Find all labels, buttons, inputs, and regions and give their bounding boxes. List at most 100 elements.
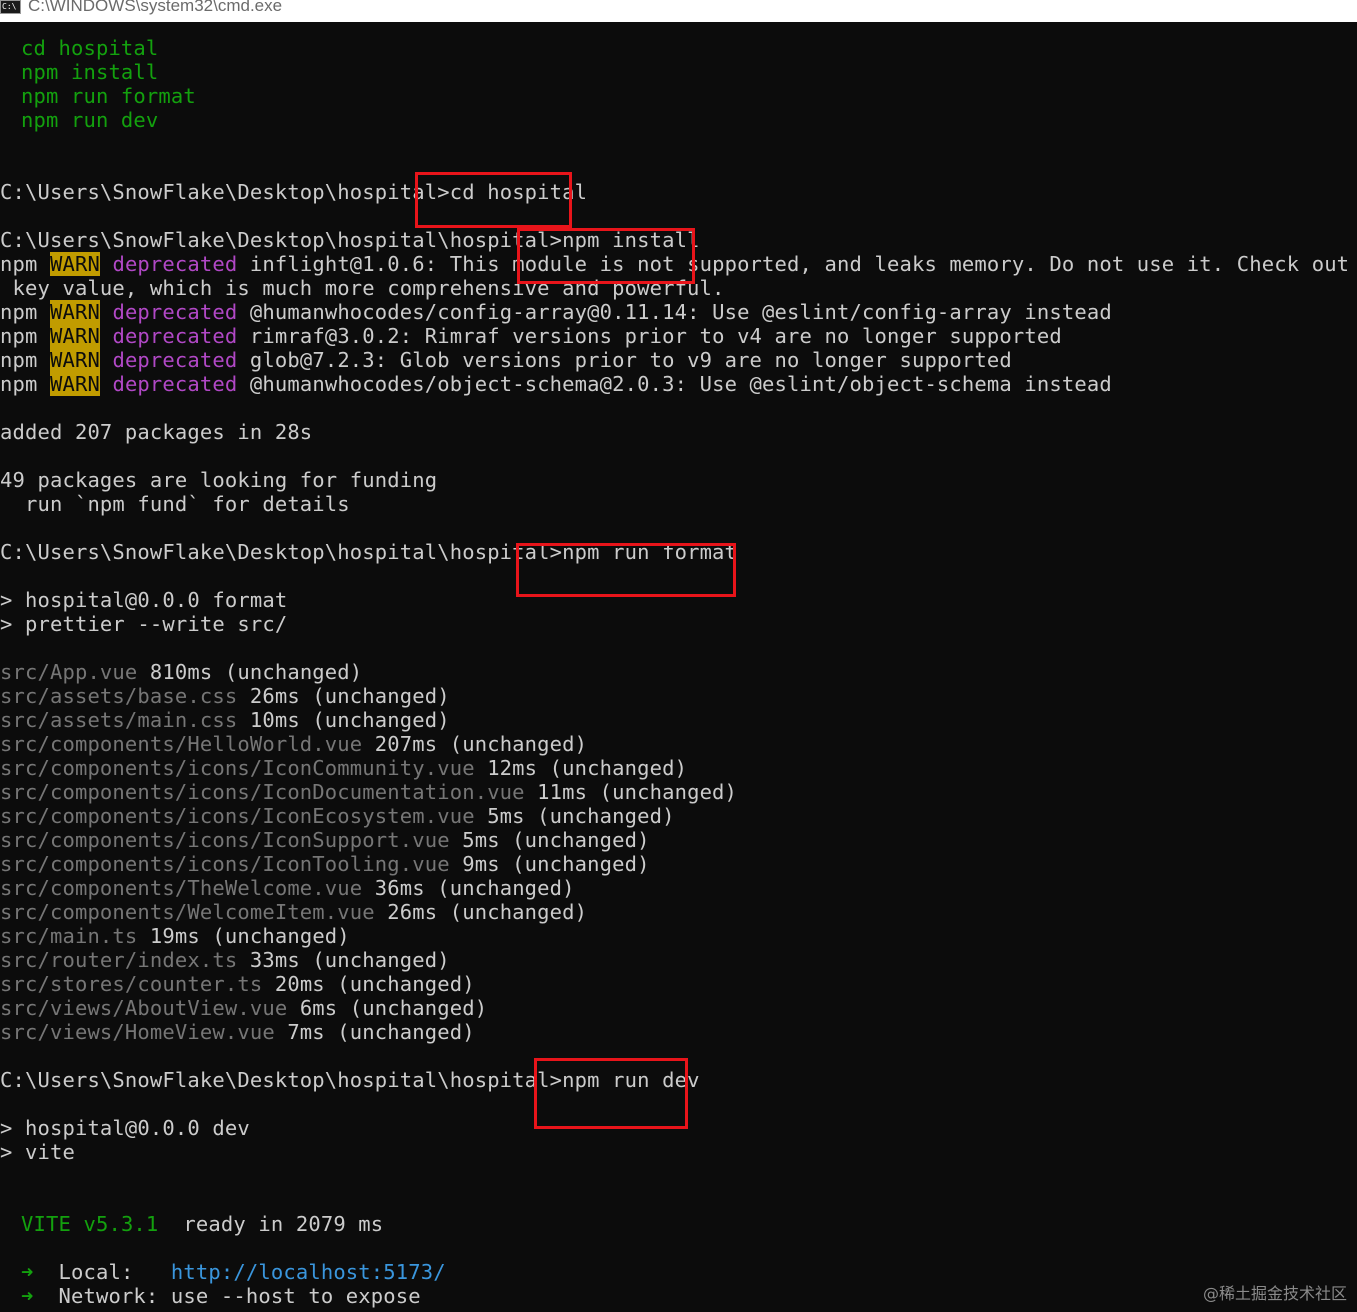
file-status: (unchanged) xyxy=(199,924,350,948)
instruction-line: npm install xyxy=(21,60,159,84)
deprecated-tag: deprecated xyxy=(112,348,238,372)
warn-badge: WARN xyxy=(49,324,100,348)
file-time: 810ms xyxy=(137,660,213,684)
file-row: src/assets/base.css 26ms (unchanged) xyxy=(0,684,1357,708)
file-status: (unchanged) xyxy=(499,852,650,876)
file-row: src/components/icons/IconTooling.vue 9ms… xyxy=(0,852,1357,876)
file-path: src/components/icons/IconSupport.vue xyxy=(0,828,450,852)
file-status: (unchanged) xyxy=(299,708,450,732)
npm-warn-line: npm WARN deprecated @humanwhocodes/confi… xyxy=(0,300,1357,324)
file-status: (unchanged) xyxy=(299,948,450,972)
file-time: 19ms xyxy=(137,924,200,948)
file-row: src/components/HelloWorld.vue 207ms (unc… xyxy=(0,732,1357,756)
npm-label: npm xyxy=(0,252,38,276)
deprecated-tag: deprecated xyxy=(112,300,238,324)
file-status: (unchanged) xyxy=(424,876,575,900)
vite-version: v5.3.1 xyxy=(83,1212,159,1236)
highlight-box-install xyxy=(517,228,695,284)
network-label: Network: xyxy=(33,1284,171,1308)
warn-text: rimraf@3.0.2: Rimraf versions prior to v… xyxy=(249,324,1062,348)
script-header: > vite xyxy=(0,1140,75,1164)
warn-badge: WARN xyxy=(49,300,100,324)
file-time: 9ms xyxy=(449,852,500,876)
file-time: 36ms xyxy=(362,876,425,900)
prompt-path: C:\Users\SnowFlake\Desktop\hospital\hosp… xyxy=(0,540,550,564)
file-row: src/stores/counter.ts 20ms (unchanged) xyxy=(0,972,1357,996)
script-header: > prettier --write src/ xyxy=(0,612,288,636)
file-row: src/components/WelcomeItem.vue 26ms (unc… xyxy=(0,900,1357,924)
prettier-file-list: src/App.vue 810ms (unchanged) src/assets/… xyxy=(0,660,1357,1044)
file-time: 7ms xyxy=(274,1020,325,1044)
file-status: (unchanged) xyxy=(587,780,738,804)
file-row: src/components/icons/IconDocumentation.v… xyxy=(0,780,1357,804)
install-summary: added 207 packages in 28s xyxy=(0,420,313,444)
file-time: 5ms xyxy=(449,828,500,852)
warn-text: glob@7.2.3: Glob versions prior to v9 ar… xyxy=(249,348,1012,372)
file-path: src/assets/main.css xyxy=(0,708,238,732)
highlight-box-cd xyxy=(415,172,572,228)
arrow-icon: ➜ xyxy=(21,1284,34,1308)
warn-badge: WARN xyxy=(49,372,100,396)
file-time: 26ms xyxy=(374,900,438,924)
vite-name: VITE xyxy=(21,1212,71,1236)
file-row: src/views/HomeView.vue 7ms (unchanged) xyxy=(0,1020,1357,1044)
file-path: src/router/index.ts xyxy=(0,948,238,972)
prompt-path: C:\Users\SnowFlake\Desktop\hospital xyxy=(0,180,438,204)
file-status: (unchanged) xyxy=(524,804,675,828)
warn-badge: WARN xyxy=(49,252,100,276)
instruction-line: cd hospital xyxy=(21,36,159,60)
warn-text: @humanwhocodes/object-schema@2.0.3: Use … xyxy=(249,372,1112,396)
npm-label: npm xyxy=(0,348,38,372)
deprecated-tag: deprecated xyxy=(112,372,238,396)
prompt-path: C:\Users\SnowFlake\Desktop\hospital\hosp… xyxy=(0,1068,550,1092)
vite-ready-ms: 2079 xyxy=(295,1212,346,1236)
file-time: 33ms xyxy=(237,948,300,972)
file-row: src/router/index.ts 33ms (unchanged) xyxy=(0,948,1357,972)
file-path: src/components/icons/IconCommunity.vue xyxy=(0,756,475,780)
file-status: (unchanged) xyxy=(337,996,488,1020)
file-status: (unchanged) xyxy=(499,828,650,852)
warn-text: @humanwhocodes/config-array@0.11.14: Use… xyxy=(249,300,1112,324)
npm-label: npm xyxy=(0,372,38,396)
file-time: 6ms xyxy=(287,996,338,1020)
vite-network-line: ➜ Network: use --host to expose xyxy=(0,1284,1357,1308)
prompt-path: C:\Users\SnowFlake\Desktop\hospital\hosp… xyxy=(0,228,550,252)
file-path: src/App.vue xyxy=(0,660,138,684)
file-path: src/components/HelloWorld.vue xyxy=(0,732,363,756)
file-path: src/components/TheWelcome.vue xyxy=(0,876,363,900)
file-status: (unchanged) xyxy=(324,1020,475,1044)
npm-label: npm xyxy=(0,300,38,324)
network-text: use --host to expose xyxy=(170,1284,421,1308)
vite-local-line: ➜ Local: http://localhost:5173/ xyxy=(0,1260,1357,1284)
file-row: src/views/AboutView.vue 6ms (unchanged) xyxy=(0,996,1357,1020)
file-time: 26ms xyxy=(237,684,300,708)
arrow-icon: ➜ xyxy=(21,1260,34,1284)
file-time: 207ms xyxy=(362,732,438,756)
file-path: src/components/icons/IconEcosystem.vue xyxy=(0,804,475,828)
instruction-line: npm run dev xyxy=(21,108,159,132)
window-titlebar[interactable]: C:\ C:\WINDOWS\system32\cmd.exe xyxy=(0,0,1357,22)
vite-ready-line: VITE v5.3.1 ready in 2079 ms xyxy=(0,1212,1357,1236)
vite-ready-text: ready in xyxy=(158,1212,296,1236)
npm-label: npm xyxy=(0,324,38,348)
highlight-box-dev xyxy=(534,1058,688,1129)
deprecated-tag: deprecated xyxy=(112,252,238,276)
file-time: 20ms xyxy=(262,972,325,996)
funding-line: 49 packages are looking for funding xyxy=(0,468,438,492)
file-row: src/App.vue 810ms (unchanged) xyxy=(0,660,1357,684)
file-path: src/stores/counter.ts xyxy=(0,972,263,996)
file-status: (unchanged) xyxy=(537,756,688,780)
file-path: src/assets/base.css xyxy=(0,684,238,708)
file-status: (unchanged) xyxy=(299,684,450,708)
file-time: 12ms xyxy=(474,756,538,780)
local-label: Local: xyxy=(33,1260,171,1284)
prompt-line: C:\Users\SnowFlake\Desktop\hospital>cd h… xyxy=(0,180,588,204)
local-url-link[interactable]: http://localhost:5173/ xyxy=(171,1260,446,1284)
